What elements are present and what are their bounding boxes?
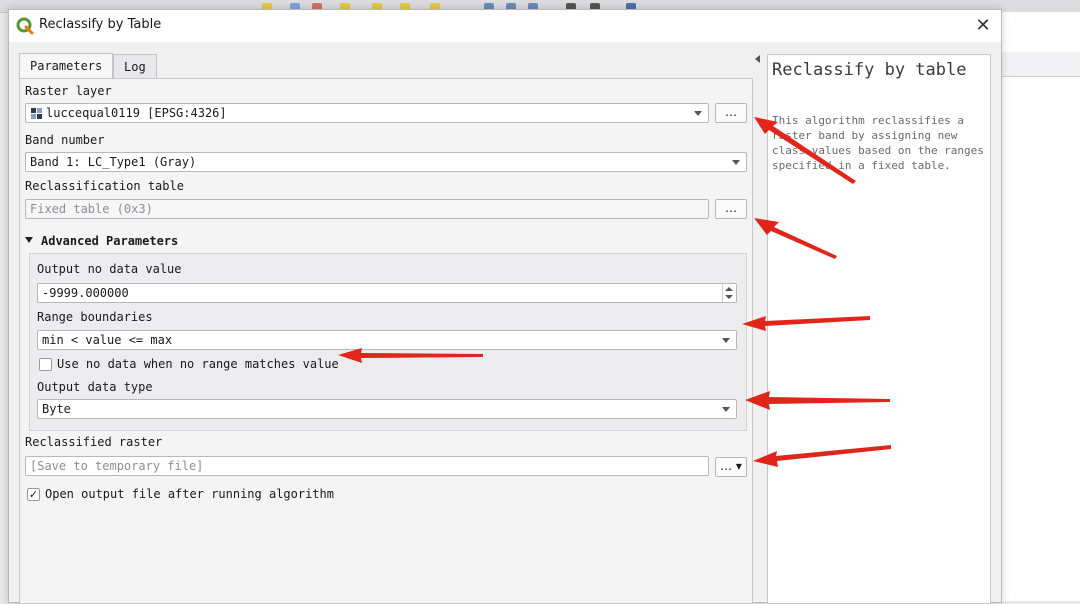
raster-layer-combobox[interactable]: luccequal0119 [EPSG:4326] [25, 103, 709, 123]
output-type-label: Output data type [37, 380, 153, 394]
output-nodata-spinbox[interactable]: -9999.000000 [37, 283, 737, 303]
dialog-title: Reclassify by Table [39, 17, 162, 32]
output-type-combobox[interactable]: Byte [37, 399, 737, 419]
chevron-down-icon [694, 111, 702, 116]
range-boundaries-value: min < value <= max [42, 333, 173, 347]
chevron-down-icon [722, 407, 730, 412]
band-number-combobox[interactable]: Band 1: LC_Type1 (Gray) [25, 152, 747, 172]
use-nodata-label: Use no data when no range matches value [57, 357, 339, 371]
output-type-value: Byte [42, 402, 71, 416]
reclass-table-label: Reclassification table [25, 179, 184, 193]
spinbox-divider [722, 284, 723, 302]
close-button[interactable]: ✕ [971, 14, 995, 38]
reclass-table-field[interactable]: Fixed table (0x3) [25, 199, 709, 219]
chevron-down-icon [732, 160, 740, 165]
advanced-parameters-group: Output no data value -9999.000000 Range … [29, 253, 747, 431]
spin-down-icon[interactable] [725, 295, 733, 299]
background-panel-header [1000, 52, 1080, 77]
raster-layer-value: luccequal0119 [EPSG:4326] [46, 106, 227, 120]
help-description: This algorithm reclassifies a raster ban… [772, 114, 984, 172]
band-number-label: Band number [25, 133, 105, 147]
reclassify-dialog: Reclassify by Table ✕ Parameters Log Ras… [8, 9, 1002, 604]
reclass-table-edit-button[interactable]: … [715, 199, 747, 219]
raster-layer-label: Raster layer [25, 84, 112, 98]
advanced-parameters-title: Advanced Parameters [41, 234, 179, 248]
open-output-label: Open output file after running algorithm [45, 487, 334, 501]
triangle-down-icon [25, 237, 33, 243]
advanced-parameters-toggle[interactable]: Advanced Parameters [25, 234, 178, 248]
parameters-panel: Raster layer luccequal0119 [EPSG:4326] …… [19, 78, 753, 604]
range-boundaries-label: Range boundaries [37, 310, 153, 324]
output-nodata-value: -9999.000000 [42, 286, 129, 300]
chevron-down-icon [722, 338, 730, 343]
collapse-help-arrow-icon[interactable] [755, 55, 760, 63]
dialog-titlebar: Reclassify by Table ✕ [9, 10, 1001, 42]
output-file-menu-button[interactable]: … ▾ [715, 457, 747, 477]
range-boundaries-combobox[interactable]: min < value <= max [37, 330, 737, 350]
output-nodata-label: Output no data value [37, 262, 182, 276]
band-number-value: Band 1: LC_Type1 (Gray) [30, 155, 197, 169]
tab-parameters[interactable]: Parameters [19, 53, 114, 80]
background-map-canvas [1000, 12, 1080, 601]
reclassified-raster-label: Reclassified raster [25, 435, 163, 449]
qgis-logo-icon [16, 17, 34, 35]
raster-layer-browse-button[interactable]: … [715, 103, 747, 123]
help-panel: Reclassify by table This algorithm recla… [767, 54, 991, 604]
spin-up-icon[interactable] [725, 287, 733, 291]
reclassified-raster-field[interactable]: [Save to temporary file] [25, 456, 709, 476]
tab-log[interactable]: Log [113, 54, 157, 79]
open-output-checkbox[interactable]: ✓ [27, 488, 40, 501]
use-nodata-checkbox[interactable] [39, 358, 52, 371]
help-title: Reclassify by table [772, 60, 967, 80]
raster-layer-icon [31, 108, 42, 119]
